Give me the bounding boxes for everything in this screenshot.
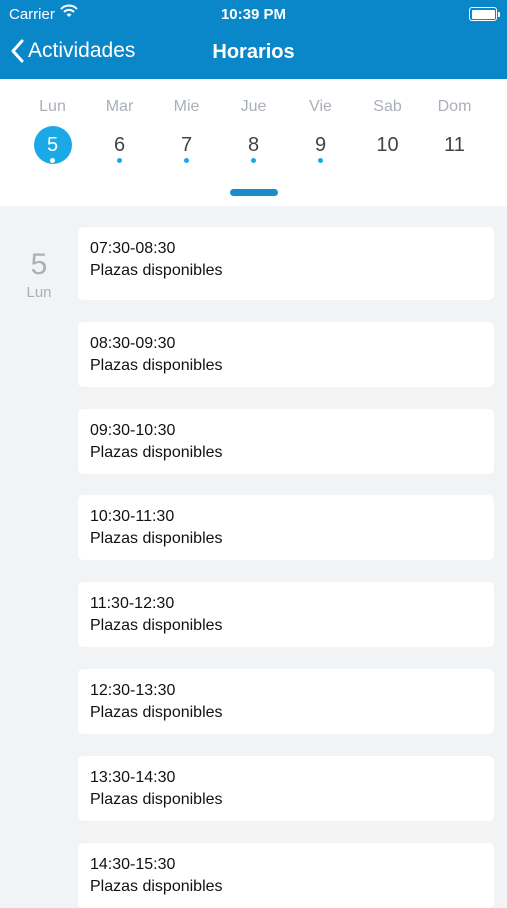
day-number-circle: 7 (168, 126, 206, 164)
day-name: Vie (309, 98, 332, 115)
day-name: Dom (437, 98, 472, 115)
day-name: Mie (173, 98, 200, 115)
slot-time: 11:30-12:30 (90, 595, 175, 612)
day-name: Mar (105, 98, 134, 115)
status-time: 10:39 PM (220, 6, 287, 23)
day-name: Lun (39, 98, 66, 115)
navigation-bar: Actividades Horarios (0, 28, 507, 79)
day-lun[interactable]: Lun 5 (19, 79, 86, 164)
day-number-circle: 6 (101, 126, 139, 164)
day-dom[interactable]: Dom 11 (421, 79, 488, 164)
schedule-card[interactable]: 07:30-08:30 Plazas disponibles (78, 227, 494, 300)
day-jue[interactable]: Jue 8 (220, 79, 287, 164)
day-sab[interactable]: Sab 10 (354, 79, 421, 164)
status-bar: Carrier 10:39 PM (0, 0, 507, 28)
day-number-circle: 8 (235, 126, 273, 164)
slot-availability: Plazas disponibles (90, 357, 223, 374)
slot-availability: Plazas disponibles (90, 791, 223, 808)
schedule-card[interactable]: 10:30-11:30 Plazas disponibles (78, 495, 494, 560)
slot-time: 07:30-08:30 (90, 240, 176, 257)
slot-availability: Plazas disponibles (90, 878, 223, 895)
day-mar[interactable]: Mar 6 (86, 79, 153, 164)
slot-availability: Plazas disponibles (90, 530, 223, 547)
slot-availability: Plazas disponibles (90, 444, 223, 461)
selected-day-number: 5 (30, 248, 48, 281)
battery-icon (469, 7, 500, 21)
week-selector: Lun 5 Mar 6 Mie 7 Jue 8 Vie 9 Sab 10 Dom 11 (0, 79, 507, 206)
week-days: Lun 5 Mar 6 Mie 7 Jue 8 Vie 9 Sab 10 Dom 11 (0, 79, 507, 164)
day-name: Sab (373, 98, 402, 115)
day-number-circle: 5 (33, 126, 72, 164)
activity-dot (184, 158, 189, 163)
activity-dot (318, 158, 323, 163)
day-number-circle: 9 (302, 126, 340, 164)
slot-time: 14:30-15:30 (90, 856, 176, 873)
slot-time: 13:30-14:30 (90, 769, 176, 786)
activity-dot (50, 158, 55, 163)
page-title: Horarios (212, 41, 295, 63)
schedule-card[interactable]: 13:30-14:30 Plazas disponibles (78, 756, 494, 821)
slot-time: 08:30-09:30 (90, 335, 176, 352)
day-number-circle: 11 (436, 126, 474, 164)
expand-handle[interactable] (230, 189, 278, 196)
day-name: Jue (240, 98, 267, 115)
day-number: 10 (376, 134, 399, 156)
day-mie[interactable]: Mie 7 (153, 79, 220, 164)
slot-time: 09:30-10:30 (90, 422, 176, 439)
day-number-circle: 10 (369, 126, 407, 164)
top-bar: Carrier 10:39 PM Actividades Horarios (0, 0, 507, 79)
schedule-card[interactable]: 11:30-12:30 Plazas disponibles (78, 582, 494, 647)
day-vie[interactable]: Vie 9 (287, 79, 354, 164)
slot-availability: Plazas disponibles (90, 262, 223, 279)
schedule-card[interactable]: 14:30-15:30 Plazas disponibles (78, 843, 494, 908)
activity-dot (117, 158, 122, 163)
slot-availability: Plazas disponibles (90, 704, 223, 721)
schedule-card[interactable]: 12:30-13:30 Plazas disponibles (78, 669, 494, 734)
day-number: 11 (444, 134, 465, 156)
selected-day-name: Lun (26, 284, 52, 301)
slot-time: 12:30-13:30 (90, 682, 176, 699)
selected-day-label: 5 Lun (20, 248, 58, 302)
schedule-card[interactable]: 08:30-09:30 Plazas disponibles (78, 322, 494, 387)
schedule-card[interactable]: 09:30-10:30 Plazas disponibles (78, 409, 494, 474)
slot-time: 10:30-11:30 (90, 508, 175, 525)
slot-availability: Plazas disponibles (90, 617, 223, 634)
activity-dot (251, 158, 256, 163)
